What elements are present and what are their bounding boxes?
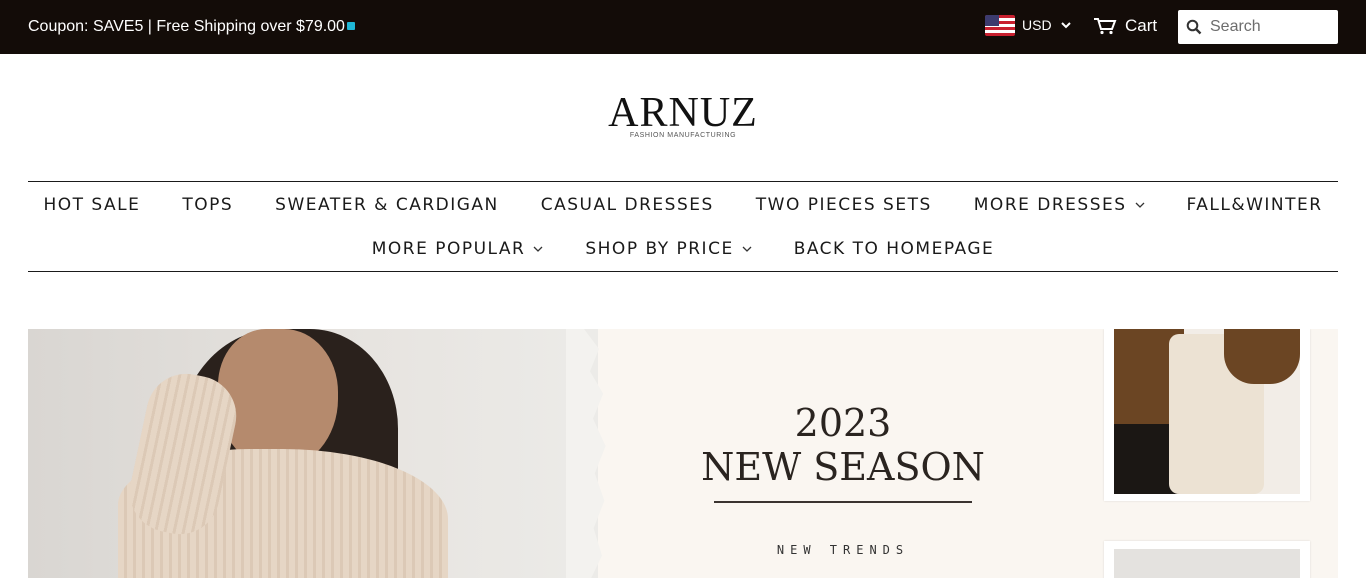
brand-logo[interactable]: ARNUZ FASHION MANUFACTURING xyxy=(600,92,766,139)
nav-item-hot-sale[interactable]: HOT SALE xyxy=(22,194,161,216)
nav-item-casual-dresses[interactable]: CASUAL DRESSES xyxy=(520,194,735,216)
chevron-down-icon xyxy=(742,246,752,252)
currency-code: USD xyxy=(1022,17,1052,33)
announcement-bar: Coupon: SAVE5 | Free Shipping over $79.0… xyxy=(0,0,1366,54)
nav-item-tops[interactable]: TOPS xyxy=(161,194,254,216)
main-navigation: HOT SALE TOPS SWEATER & CARDIGAN CASUAL … xyxy=(28,181,1338,272)
cart-label: Cart xyxy=(1125,16,1158,35)
hero-divider xyxy=(714,501,972,503)
nav-item-fall-winter[interactable]: FALL&WINTER xyxy=(1166,194,1344,216)
hero-polaroid-photo xyxy=(1104,541,1310,578)
nav-item-shop-by-price[interactable]: SHOP BY PRICE xyxy=(564,238,772,260)
hero-year: 2023 xyxy=(794,401,892,445)
coupon-text: Coupon: SAVE5 | Free Shipping over $79.0… xyxy=(28,18,345,35)
nav-item-more-dresses[interactable]: MORE DRESSES xyxy=(953,194,1166,216)
brand-name: ARNUZ xyxy=(608,90,758,136)
cart-link[interactable]: Cart xyxy=(1093,16,1157,36)
hero-subtitle: NEW TRENDS xyxy=(776,543,910,557)
nav-row-primary: HOT SALE TOPS SWEATER & CARDIGAN CASUAL … xyxy=(28,194,1338,216)
chevron-down-icon xyxy=(1060,21,1071,28)
search-box[interactable] xyxy=(1178,10,1338,44)
nav-item-back-to-homepage[interactable]: BACK TO HOMEPAGE xyxy=(773,238,1016,260)
coupon-message: Coupon: SAVE5 | Free Shipping over $79.0… xyxy=(28,18,355,36)
search-icon[interactable] xyxy=(1186,19,1202,35)
nav-item-two-pieces-sets[interactable]: TWO PIECES SETS xyxy=(735,194,953,216)
us-flag-icon xyxy=(985,14,1015,36)
nav-item-sweater-cardigan[interactable]: SWEATER & CARDIGAN xyxy=(254,194,520,216)
chevron-down-icon xyxy=(533,246,543,252)
chat-icon xyxy=(346,22,355,30)
currency-selector[interactable]: USD xyxy=(985,14,1071,36)
hero-model-photo xyxy=(28,329,598,578)
hero-title: NEW SEASON xyxy=(701,445,985,489)
nav-row-secondary: MORE POPULAR SHOP BY PRICE BACK TO HOMEP… xyxy=(28,238,1338,260)
hero-polaroid-photo xyxy=(1104,329,1310,501)
hero-text-block: 2023 NEW SEASON NEW TRENDS xyxy=(688,401,998,557)
nav-item-more-popular[interactable]: MORE POPULAR xyxy=(351,238,565,260)
search-input[interactable] xyxy=(1210,18,1330,36)
chevron-down-icon xyxy=(1135,202,1144,208)
cart-icon xyxy=(1094,18,1117,35)
hero-banner[interactable]: 2023 NEW SEASON NEW TRENDS xyxy=(28,329,1338,578)
